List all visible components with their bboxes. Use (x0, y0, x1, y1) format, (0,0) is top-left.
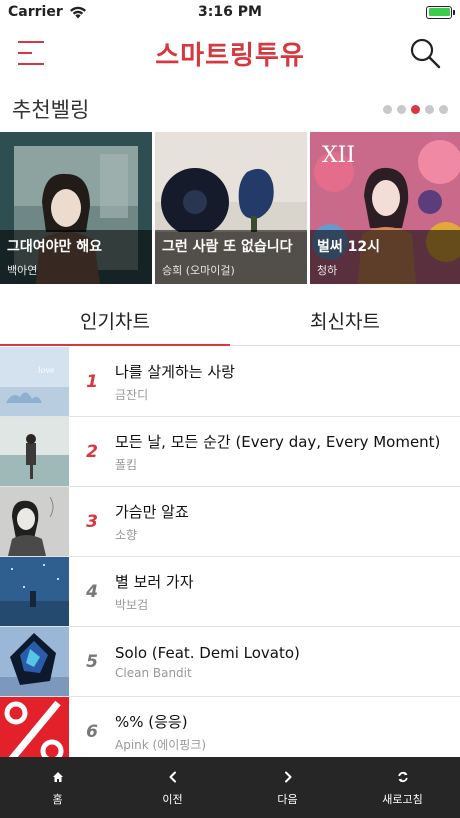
recommended-carousel[interactable]: 그대여야만 해요 백아연 그런 사람 또 없습니다 승희 (오마이걸) XII … (0, 132, 460, 284)
chevron-right-icon (284, 771, 291, 782)
album-thumbnail (0, 557, 69, 626)
card-artist: 백아연 (7, 264, 38, 277)
tab-popular-chart[interactable]: 인기차트 (0, 296, 230, 346)
tab-latest-chart[interactable]: 최신차트 (230, 296, 460, 345)
recommended-title: 추천벨링 (12, 98, 90, 122)
chart-rank: 4 (86, 581, 98, 602)
page-dot-active[interactable] (411, 104, 420, 114)
card-title: 벌써 12시 (317, 239, 380, 255)
song-title: Solo (Feat. Demi Lovato) (115, 643, 300, 662)
page-dot[interactable] (425, 104, 434, 114)
card-title: 그대여야만 해요 (7, 239, 103, 255)
song-title: 모든 날, 모든 순간 (Every day, Every Moment) (115, 432, 441, 451)
chevron-left-icon (169, 771, 176, 782)
chart-rank: 1 (86, 371, 98, 392)
chart-list[interactable]: love 1 나를 살게하는 사랑 금잔디 2 모든 날, 모든 순간 (Eve… (0, 347, 460, 757)
song-info: %% (응응) Apink (에이핑크) (115, 711, 460, 753)
page-dot[interactable] (397, 104, 406, 114)
song-info: 별 보러 가자 박보검 (115, 571, 460, 613)
song-artist: 박보검 (115, 597, 149, 612)
album-thumbnail (0, 627, 69, 696)
song-artist: 폴킴 (115, 457, 138, 472)
song-artist: Apink (에이핑크) (115, 737, 207, 752)
chart-rank: 5 (86, 651, 98, 672)
svg-text:XII: XII (322, 143, 355, 168)
next-label: 다음 (277, 792, 298, 806)
card-caption: 그런 사람 또 없습니다 승희 (오마이걸) (155, 230, 307, 284)
song-info: 가슴만 알죠 소향 (115, 501, 460, 543)
bottom-toolbar: 홈 이전 다음 새로고침 (0, 757, 460, 818)
home-button[interactable]: 홈 (0, 757, 115, 818)
status-bar: Carrier 3:16 PM (0, 0, 460, 24)
album-thumbnail (0, 697, 69, 757)
home-icon (52, 771, 63, 782)
song-title: %% (응응) (115, 712, 188, 731)
card-caption: 벌써 12시 청하 (310, 230, 460, 284)
card-caption: 그대여야만 해요 백아연 (0, 230, 152, 284)
recommended-card[interactable]: XII 벌써 12시 청하 (310, 132, 460, 284)
song-artist: Clean Bandit (115, 665, 192, 680)
chart-row[interactable]: love 1 나를 살게하는 사랑 금잔디 (0, 347, 460, 417)
page-indicator (383, 104, 448, 114)
prev-label: 이전 (162, 792, 183, 806)
hamburger-menu-icon[interactable] (18, 38, 48, 68)
app-title: 스마트링투유 (155, 40, 305, 71)
chart-row[interactable]: 6 %% (응응) Apink (에이핑크) (0, 697, 460, 757)
chart-rank: 3 (86, 511, 98, 532)
chart-row[interactable]: 5 Solo (Feat. Demi Lovato) Clean Bandit (0, 627, 460, 697)
song-title: 별 보러 가자 (115, 572, 194, 591)
album-thumbnail: love (0, 347, 69, 416)
prev-button[interactable]: 이전 (115, 757, 230, 818)
refresh-button[interactable]: 새로고침 (345, 757, 460, 818)
recommended-card[interactable]: 그대여야만 해요 백아연 (0, 132, 152, 284)
chart-row[interactable]: 2 모든 날, 모든 순간 (Every day, Every Moment) … (0, 417, 460, 487)
wifi-icon (69, 6, 86, 18)
page-dot[interactable] (439, 104, 448, 114)
song-title: 나를 살게하는 사랑 (115, 362, 235, 381)
search-icon[interactable] (408, 36, 442, 70)
recommended-card[interactable]: 그런 사람 또 없습니다 승희 (오마이걸) (155, 132, 307, 284)
chart-tabs: 인기차트 최신차트 (0, 296, 460, 346)
next-button[interactable]: 다음 (230, 757, 345, 818)
chart-row[interactable]: 3 가슴만 알죠 소향 (0, 487, 460, 557)
nav-bar: 스마트링투유 (0, 24, 460, 82)
refresh-icon (397, 771, 408, 782)
song-artist: 금잔디 (115, 387, 149, 402)
song-info: Solo (Feat. Demi Lovato) Clean Bandit (115, 644, 460, 680)
battery-icon (426, 5, 455, 19)
chart-rank: 6 (86, 721, 98, 742)
chart-rank: 2 (86, 441, 98, 462)
card-artist: 승희 (오마이걸) (162, 264, 235, 277)
card-artist: 청하 (317, 264, 338, 277)
song-title: 가슴만 알죠 (115, 502, 189, 521)
refresh-label: 새로고침 (382, 792, 423, 806)
recommended-header: 추천벨링 (0, 90, 460, 128)
album-thumbnail (0, 417, 69, 486)
battery-level (428, 8, 450, 16)
song-info: 나를 살게하는 사랑 금잔디 (115, 361, 460, 403)
svg-text:love: love (38, 366, 55, 375)
page-dot[interactable] (383, 104, 392, 114)
chart-row[interactable]: 4 별 보러 가자 박보검 (0, 557, 460, 627)
card-title: 그런 사람 또 없습니다 (162, 239, 293, 255)
album-thumbnail (0, 487, 69, 556)
song-artist: 소향 (115, 527, 138, 542)
song-info: 모든 날, 모든 순간 (Every day, Every Moment) 폴킴 (115, 431, 460, 473)
carrier-label: Carrier (8, 4, 63, 20)
home-label: 홈 (52, 792, 63, 806)
status-left: Carrier (8, 4, 87, 20)
